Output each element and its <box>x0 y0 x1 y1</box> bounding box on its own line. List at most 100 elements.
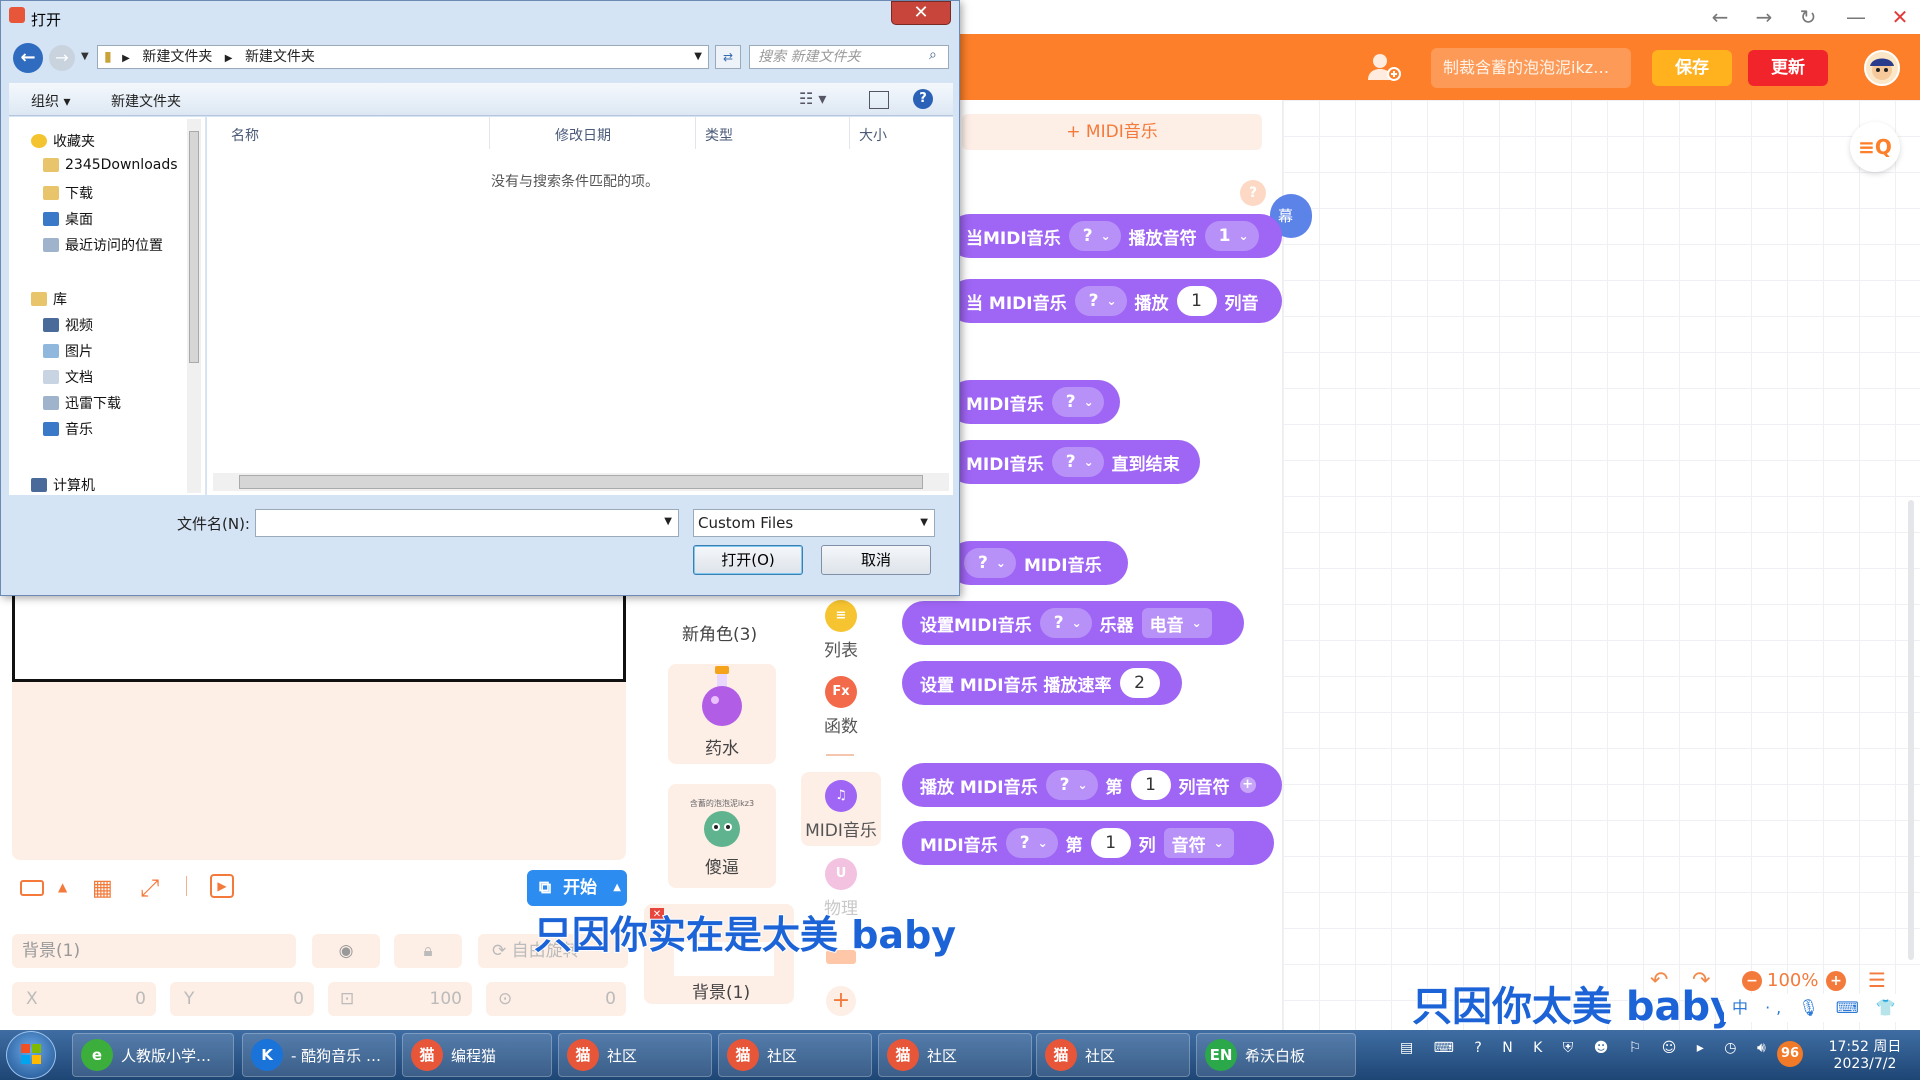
nav-documents[interactable]: 文档 <box>43 367 93 387</box>
number-input[interactable]: 2 <box>1119 668 1160 698</box>
cancel-button[interactable]: 取消 <box>821 545 931 575</box>
nav-video[interactable]: 视频 <box>43 315 93 335</box>
eye-icon[interactable]: ◉ <box>312 934 380 968</box>
column-header-size[interactable]: 大小 <box>859 125 887 145</box>
sprite-card-silly[interactable]: 含蓄的泡泡泥ikz3 傻逼 <box>668 784 776 888</box>
nav-favorites[interactable]: 收藏夹 <box>31 131 95 151</box>
x-field[interactable]: X 0 <box>12 982 156 1016</box>
minimize-icon[interactable]: — <box>1841 4 1871 30</box>
list-view-icon[interactable]: ☰ <box>1868 968 1886 992</box>
taskbar-item[interactable]: 猫编程猫 <box>402 1033 552 1077</box>
clock[interactable]: 17:52 周日 2023/7/2 <box>1818 1036 1912 1072</box>
midi-dropdown[interactable]: ? ⌄ <box>1051 447 1104 477</box>
history-dropdown-icon[interactable]: ▼ <box>81 51 89 62</box>
add-param-icon[interactable]: + <box>1239 777 1256 793</box>
block-set-midi-rate[interactable]: 设置 MIDI音乐 播放速率 2 <box>902 661 1182 705</box>
preview-pane-icon[interactable] <box>869 91 889 109</box>
zoom-out-icon[interactable]: − <box>1742 971 1762 991</box>
block-midi-column-note-value[interactable]: MIDI音乐 ? ⌄ 第 1 列 音符 ⌄ <box>902 821 1274 865</box>
block-when-midi-play-column[interactable]: 当 MIDI音乐 ? ⌄ 播放 1 列音 <box>948 279 1282 323</box>
nav-desktop[interactable]: 桌面 <box>43 209 93 229</box>
close-icon[interactable]: ✕ <box>891 1 951 25</box>
search-input[interactable]: 搜索 新建文件夹 <box>749 45 949 69</box>
midi-dropdown[interactable]: ? ⌄ <box>1045 770 1098 800</box>
zoom-in-icon[interactable]: + <box>1826 971 1846 991</box>
nav-computer[interactable]: 计算机 <box>31 475 95 495</box>
fullscreen-icon[interactable]: ⤢ <box>140 874 159 902</box>
caret-up-icon[interactable]: ▲ <box>58 880 67 894</box>
path-segment[interactable]: 新建文件夹 <box>245 49 315 65</box>
search-icon[interactable]: ⌕ <box>929 47 937 63</box>
search-code-icon[interactable]: ≡Q <box>1850 122 1900 172</box>
refresh-icon[interactable]: ↻ <box>1793 4 1823 30</box>
canvas-scrollbar[interactable] <box>1908 500 1914 960</box>
system-tray-icons[interactable]: ▤ ⌨ ? N K ⛨ ☻ ⚐ ☺ ▸ ◷ 🔊︎ ▭ <box>1400 1040 1807 1056</box>
block-play-midi-until-end[interactable]: MIDI音乐 ? ⌄ 直到结束 <box>948 440 1200 484</box>
address-bar[interactable]: ▮ ▶ 新建文件夹 ▶ 新建文件夹 ▼ <box>97 45 709 69</box>
nav-library[interactable]: 库 <box>31 289 67 309</box>
file-type-dropdown-icon[interactable]: ▼ <box>920 510 928 536</box>
view-options-icon[interactable]: ☷ ▾ <box>799 89 826 108</box>
nav-scroll-thumb[interactable] <box>189 131 199 363</box>
sprite-new-role-label[interactable]: 新角色(3) <box>682 620 757 645</box>
open-button[interactable]: 打开(O) <box>693 545 803 575</box>
stage-canvas[interactable] <box>12 590 626 682</box>
taskbar-item[interactable]: EN 希沃白板 <box>1196 1033 1356 1077</box>
path-segment[interactable]: 新建文件夹 <box>142 49 212 65</box>
block-play-midi-column-note[interactable]: 播放 MIDI音乐 ? ⌄ 第 1 列音符 + <box>902 763 1282 807</box>
nav-downloads[interactable]: 下载 <box>43 183 93 203</box>
start-button[interactable]: ⧉ 开始 ▲ <box>527 870 627 906</box>
forward-arrow-icon[interactable]: → <box>49 45 75 71</box>
block-when-midi-note[interactable]: 当MIDI音乐 ? ⌄ 播放音符 1 ⌄ <box>948 214 1282 258</box>
size-field[interactable]: ⊡ 100 <box>328 982 472 1016</box>
tray-badge[interactable]: 96 <box>1777 1041 1803 1067</box>
back-icon[interactable]: ← <box>1705 4 1735 30</box>
nav-scrollbar[interactable] <box>187 119 201 493</box>
midi-dropdown[interactable]: ? ⌄ <box>1068 221 1121 251</box>
note-dropdown[interactable]: 1 ⌄ <box>1204 221 1259 251</box>
taskbar-item[interactable]: 猫社区 <box>558 1033 712 1077</box>
start-menu-button[interactable] <box>6 1031 56 1079</box>
code-canvas[interactable] <box>1283 100 1920 1030</box>
play-preview-icon[interactable]: ▶ <box>210 874 234 898</box>
instrument-dropdown[interactable]: 电音 ⌄ <box>1141 608 1212 638</box>
add-midi-button[interactable]: + MIDI音乐 <box>962 114 1262 150</box>
address-dropdown-icon[interactable]: ▼ <box>694 46 702 68</box>
taskbar-item[interactable]: e 人教版小学… <box>72 1033 234 1077</box>
nav-thunder[interactable]: 迅雷下载 <box>43 393 121 413</box>
stage-size-icon[interactable] <box>20 880 44 896</box>
category-midi[interactable]: ♫ MIDI音乐 <box>801 772 881 846</box>
h-scroll-thumb[interactable] <box>239 475 923 489</box>
save-button[interactable]: 保存 <box>1652 50 1732 86</box>
y-field[interactable]: Y 0 <box>170 982 314 1016</box>
filename-input[interactable]: ▼ <box>255 509 679 537</box>
add-collaborator-icon[interactable] <box>1367 52 1401 82</box>
sprite-card-potion[interactable]: 药水 <box>668 664 776 764</box>
taskbar-item[interactable]: K - 酷狗音乐 … <box>242 1033 396 1077</box>
taskbar-item[interactable]: 猫社区 <box>1036 1033 1190 1077</box>
column-header-name[interactable]: 名称 <box>231 125 259 145</box>
nav-2345downloads[interactable]: 2345Downloads <box>43 157 178 173</box>
file-type-select[interactable]: Custom Files ▼ <box>693 509 935 537</box>
update-button[interactable]: 更新 <box>1748 50 1828 86</box>
column-header-date[interactable]: 修改日期 <box>555 125 611 145</box>
category-function[interactable]: Fx 函数 <box>801 676 881 737</box>
number-input[interactable]: 1 <box>1090 828 1131 858</box>
midi-dropdown[interactable]: ? ⌄ <box>1074 286 1127 316</box>
taskbar-item[interactable]: 猫社区 <box>718 1033 872 1077</box>
add-category-icon[interactable]: + <box>826 986 856 1016</box>
help-icon[interactable]: ? <box>913 89 933 109</box>
block-play-midi[interactable]: MIDI音乐 ? ⌄ <box>948 380 1120 424</box>
column-header-type[interactable]: 类型 <box>705 125 733 145</box>
nav-music[interactable]: 音乐 <box>43 419 93 439</box>
user-avatar[interactable] <box>1864 50 1900 86</box>
horizontal-scrollbar[interactable] <box>213 473 949 491</box>
midi-dropdown[interactable]: ? ⌄ <box>964 548 1016 578</box>
midi-dropdown[interactable]: ? ⌄ <box>1039 608 1092 638</box>
project-title-input[interactable]: 制裁含蓄的泡泡泥ikz… <box>1431 48 1631 88</box>
note-type-dropdown[interactable]: 音符 ⌄ <box>1163 828 1234 858</box>
grid-icon[interactable]: ▦ <box>92 876 113 901</box>
back-arrow-icon[interactable]: ← <box>13 43 43 73</box>
forward-icon[interactable]: → <box>1749 4 1779 30</box>
nav-recent[interactable]: 最近访问的位置 <box>43 235 163 255</box>
